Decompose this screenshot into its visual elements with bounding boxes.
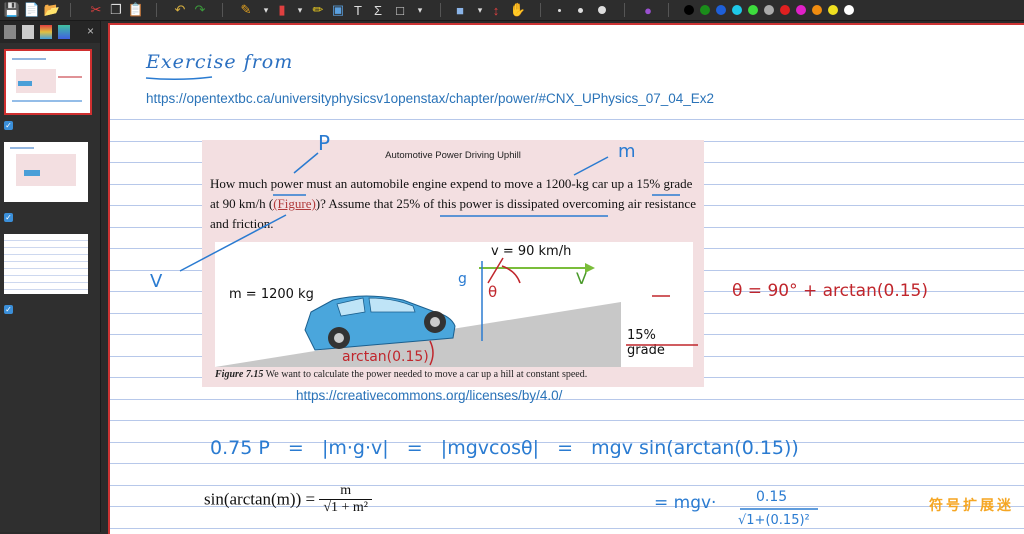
tab-pages-icon[interactable] <box>4 25 16 39</box>
paste-icon[interactable]: 📋 <box>128 2 144 18</box>
image-icon[interactable]: ▣ <box>330 2 346 18</box>
medium-dot-icon[interactable] <box>578 8 583 13</box>
new-page-icon[interactable]: 📄 <box>24 2 40 18</box>
color-swatch[interactable] <box>812 5 822 15</box>
color-swatch[interactable] <box>796 5 806 15</box>
ink-theta: θ <box>488 283 498 301</box>
watermark-line-1: 符号扩展迷 <box>929 497 1014 513</box>
tab-document-icon[interactable] <box>22 25 34 39</box>
page-thumbnail-3[interactable] <box>4 234 88 294</box>
save-icon[interactable]: 💾 <box>4 2 20 18</box>
notebook-page[interactable]: Exercise from https://opentextbc.ca/univ… <box>108 23 1024 534</box>
copy-icon[interactable]: ❐ <box>108 2 124 18</box>
ink-fraction-denominator: √1+(0.15)² <box>738 513 810 528</box>
ink-m-label: m <box>618 141 636 162</box>
tab-stack-icon[interactable] <box>58 25 70 39</box>
text-icon[interactable]: T <box>350 2 366 18</box>
highlighter-icon[interactable]: ✏ <box>310 2 326 18</box>
ink-g-vector: g <box>458 271 467 287</box>
page-sidebar: × ✓ ✓ ✓ <box>0 21 101 532</box>
color-swatch[interactable] <box>780 5 790 15</box>
fill-icon[interactable]: ● <box>640 2 656 18</box>
ink-v-label: V <box>150 271 163 292</box>
color-swatch[interactable] <box>828 5 838 15</box>
color-swatch[interactable] <box>844 5 854 15</box>
sidebar-tabs: × <box>0 21 100 43</box>
ink-power-equation: 0.75 P = |m·g·v| = |mgvcosθ| = mgv sin(a… <box>210 437 799 459</box>
ink-theta-equation: θ = 90° + arctan(0.15) <box>732 281 928 301</box>
small-dot-icon[interactable] <box>558 9 561 12</box>
ink-arctan-label: arctan(0.15) <box>342 349 429 365</box>
pen-icon[interactable]: ✎ <box>238 2 254 18</box>
toolbar: 💾 📄 📂 ✂ ❐ 📋 ↶ ↷ ✎ ▾ ▮ ▾ ✏ ▣ T Σ □ ▾ ■ ▾ … <box>0 0 1024 21</box>
select-rect-icon[interactable]: ■ <box>452 2 468 18</box>
select-vertical-icon[interactable]: ↕ <box>488 2 504 18</box>
ink-second-line: = mgv· <box>654 493 717 513</box>
chevron-down-icon[interactable]: ▾ <box>412 2 428 18</box>
thumbnail-preview <box>12 58 82 102</box>
formula-numerator: m <box>319 483 372 500</box>
close-icon[interactable]: × <box>87 24 94 38</box>
rectangle-icon[interactable]: □ <box>392 2 408 18</box>
page-2-checkbox[interactable]: ✓ <box>4 213 13 222</box>
chevron-down-icon[interactable]: ▾ <box>472 2 488 18</box>
color-swatch[interactable] <box>700 5 710 15</box>
chevron-down-icon[interactable]: ▾ <box>292 2 308 18</box>
color-swatch[interactable] <box>732 5 742 15</box>
open-icon[interactable]: 📂 <box>44 2 60 18</box>
thumbnail-preview <box>10 147 76 186</box>
formula-lhs: sin(arctan(m)) = <box>204 489 320 509</box>
tab-layers-icon[interactable] <box>40 25 52 39</box>
watermark: 符号扩展迷 fuhao321.com <box>929 495 1014 526</box>
large-dot-icon[interactable] <box>598 6 606 14</box>
color-swatch[interactable] <box>716 5 726 15</box>
watermark-line-2: fuhao321.com <box>937 515 1006 526</box>
sigma-icon[interactable]: Σ <box>370 2 386 18</box>
sin-arctan-formula: sin(arctan(m)) = m √1 + m² <box>204 483 372 516</box>
page-1-checkbox[interactable]: ✓ <box>4 121 13 130</box>
formula-fraction: m √1 + m² <box>319 483 372 516</box>
color-swatch[interactable] <box>684 5 694 15</box>
hand-icon[interactable]: ✋ <box>510 2 526 18</box>
undo-icon[interactable]: ↶ <box>172 2 188 18</box>
color-swatch[interactable] <box>748 5 758 15</box>
ink-p-label: P <box>318 131 331 155</box>
redo-icon[interactable]: ↷ <box>192 2 208 18</box>
chevron-down-icon[interactable]: ▾ <box>258 2 274 18</box>
cut-icon[interactable]: ✂ <box>88 2 104 18</box>
page-thumbnail-1[interactable] <box>4 49 92 115</box>
ink-fraction-numerator: 0.15 <box>756 489 788 505</box>
formula-denominator: √1 + m² <box>323 500 368 515</box>
page-thumbnail-2[interactable] <box>4 142 88 202</box>
ink-v-vector: V <box>576 269 587 288</box>
color-swatch[interactable] <box>764 5 774 15</box>
page-3-checkbox[interactable]: ✓ <box>4 305 13 314</box>
eraser-icon[interactable]: ▮ <box>274 2 290 18</box>
